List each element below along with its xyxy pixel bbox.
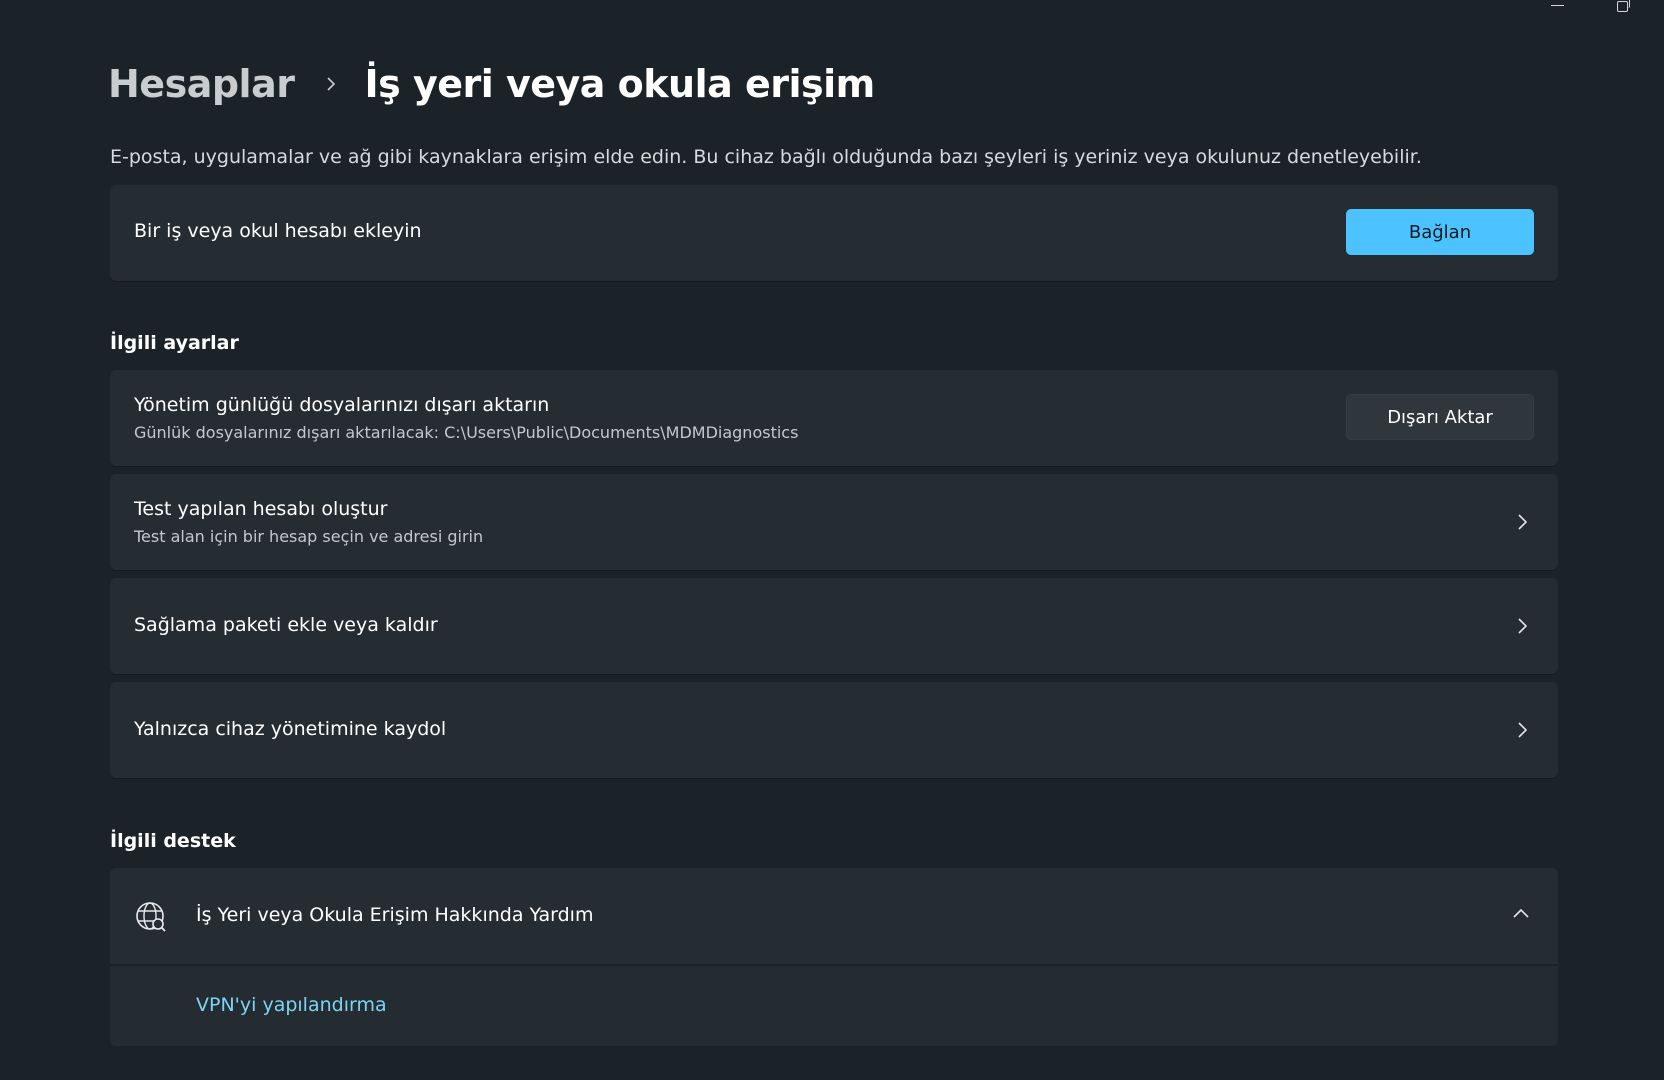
help-expander: İş Yeri veya Okula Erişim Hakkında Yardı… (110, 868, 1558, 1046)
related-settings-title: İlgili ayarlar (110, 332, 239, 354)
device-management-row[interactable]: Yalnızca cihaz yönetimine kaydol (110, 682, 1558, 778)
chevron-right-icon (327, 77, 336, 91)
globe-icon (136, 902, 166, 932)
restore-icon[interactable] (1612, 0, 1634, 14)
device-management-title: Yalnızca cihaz yönetimine kaydol (134, 718, 447, 740)
settings-window: Hesaplar İş yeri veya okula erişim E-pos… (0, 0, 1664, 1080)
add-account-card: Bir iş veya okul hesabı ekleyin Bağlan (110, 185, 1558, 281)
export-logs-title: Yönetim günlüğü dosyalarınızı dışarı akt… (134, 394, 550, 416)
related-support-title: İlgili destek (110, 830, 236, 852)
test-account-subtitle: Test alan için bir hesap seçin ve adresi… (134, 527, 484, 546)
add-account-label: Bir iş veya okul hesabı ekleyin (134, 220, 422, 242)
page-description: E-posta, uygulamalar ve ağ gibi kaynakla… (110, 146, 1422, 168)
export-button[interactable]: Dışarı Aktar (1346, 394, 1534, 440)
test-account-row[interactable]: Test yapılan hesabı oluştur Test alan iç… (110, 474, 1558, 570)
breadcrumb: Hesaplar İş yeri veya okula erişim (108, 62, 875, 106)
chevron-up-icon (1513, 908, 1529, 918)
provisioning-package-title: Sağlama paketi ekle veya kaldır (134, 614, 438, 636)
chevron-right-icon (1518, 514, 1528, 530)
export-logs-card: Yönetim günlüğü dosyalarınızı dışarı akt… (110, 370, 1558, 466)
help-expander-header[interactable]: İş Yeri veya Okula Erişim Hakkında Yardı… (110, 868, 1558, 964)
window-controls (1546, 0, 1634, 20)
help-title: İş Yeri veya Okula Erişim Hakkında Yardı… (196, 904, 594, 926)
minimize-icon[interactable] (1546, 0, 1568, 14)
chevron-right-icon (1518, 618, 1528, 634)
breadcrumb-parent[interactable]: Hesaplar (108, 62, 295, 106)
vpn-config-link[interactable]: VPN'yi yapılandırma (196, 994, 387, 1016)
page-title: İş yeri veya okula erişim (364, 62, 875, 106)
help-expander-body: VPN'yi yapılandırma (110, 966, 1558, 1046)
test-account-title: Test yapılan hesabı oluştur (134, 498, 388, 520)
chevron-right-icon (1518, 722, 1528, 738)
export-logs-subtitle: Günlük dosyalarınız dışarı aktarılacak: … (134, 423, 799, 442)
connect-button[interactable]: Bağlan (1346, 209, 1534, 255)
provisioning-package-row[interactable]: Sağlama paketi ekle veya kaldır (110, 578, 1558, 674)
